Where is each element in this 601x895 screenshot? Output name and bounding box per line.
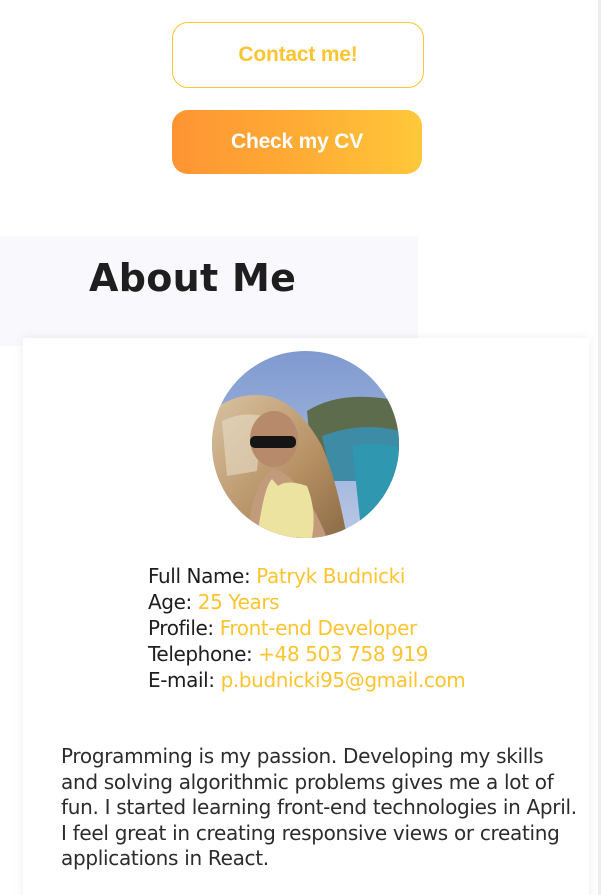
page: Contact me! Check my CV About Me Full Na… xyxy=(0,0,601,895)
info-label: Profile: xyxy=(148,616,214,640)
info-profile: Profile: Front-end Developer xyxy=(148,615,465,641)
profile-photo-icon xyxy=(212,351,399,538)
bio-text: Programming is my passion. Developing my… xyxy=(61,744,577,870)
personal-info: Full Name: Patryk Budnicki Age: 25 Years… xyxy=(148,563,466,693)
info-label: Age: xyxy=(148,590,192,614)
info-value[interactable]: +48 503 758 919 xyxy=(258,642,428,666)
info-value[interactable]: p.budnicki95@gmail.com xyxy=(221,668,466,692)
contact-me-button[interactable]: Contact me! xyxy=(172,22,424,88)
info-full-name: Full Name: Patryk Budnicki xyxy=(148,563,465,589)
profile-photo xyxy=(212,351,399,538)
about-title: About Me xyxy=(89,256,297,300)
info-value: Patryk Budnicki xyxy=(256,564,405,588)
check-cv-button[interactable]: Check my CV xyxy=(172,110,422,174)
info-value: 25 Years xyxy=(197,590,280,614)
info-age: Age: 25 Years xyxy=(148,589,465,615)
info-email: E-mail: p.budnicki95@gmail.com xyxy=(148,667,466,693)
info-value: Front-end Developer xyxy=(219,616,418,640)
info-label: E-mail: xyxy=(148,668,215,692)
info-label: Telephone: xyxy=(148,642,253,666)
info-telephone: Telephone: +48 503 758 919 xyxy=(148,641,465,667)
info-label: Full Name: xyxy=(148,564,251,588)
